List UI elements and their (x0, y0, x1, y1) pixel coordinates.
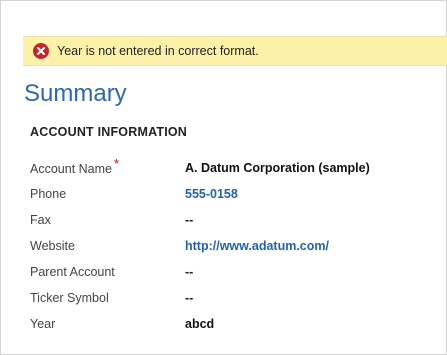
fax-value[interactable]: -- (185, 213, 193, 227)
error-notification-bar: Year is not entered in correct format. (23, 36, 447, 66)
error-icon (33, 43, 49, 59)
field-phone: Phone 555-0158 (30, 184, 440, 204)
section-heading: ACCOUNT INFORMATION (30, 125, 188, 139)
ticker-symbol-label: Ticker Symbol (30, 291, 109, 305)
required-marker: * (113, 155, 120, 171)
field-website: Website http://www.adatum.com/ (30, 236, 440, 256)
page-title: Summary (24, 80, 127, 107)
parent-account-value[interactable]: -- (185, 265, 193, 279)
field-account-name: Account Name * A. Datum Corporation (samp… (30, 156, 440, 178)
phone-label: Phone (30, 187, 67, 201)
error-message: Year is not entered in correct format. (57, 44, 259, 58)
fax-label: Fax (30, 213, 51, 227)
year-label: Year (30, 317, 56, 331)
phone-link[interactable]: 555-0158 (185, 187, 238, 201)
year-value[interactable]: abcd (185, 317, 214, 331)
ticker-symbol-value[interactable]: -- (185, 291, 193, 305)
account-name-value[interactable]: A. Datum Corporation (sample) (185, 161, 370, 175)
website-link[interactable]: http://www.adatum.com/ (185, 239, 329, 253)
website-label: Website (30, 239, 75, 253)
field-parent-account: Parent Account -- (30, 262, 440, 282)
form-window: Year is not entered in correct format. S… (0, 0, 447, 355)
parent-account-label: Parent Account (30, 265, 115, 279)
field-year: Year abcd (30, 314, 440, 334)
field-ticker-symbol: Ticker Symbol -- (30, 288, 440, 308)
field-fax: Fax -- (30, 210, 440, 230)
field-label: Account Name * (30, 156, 185, 176)
account-name-label: Account Name (30, 161, 112, 176)
